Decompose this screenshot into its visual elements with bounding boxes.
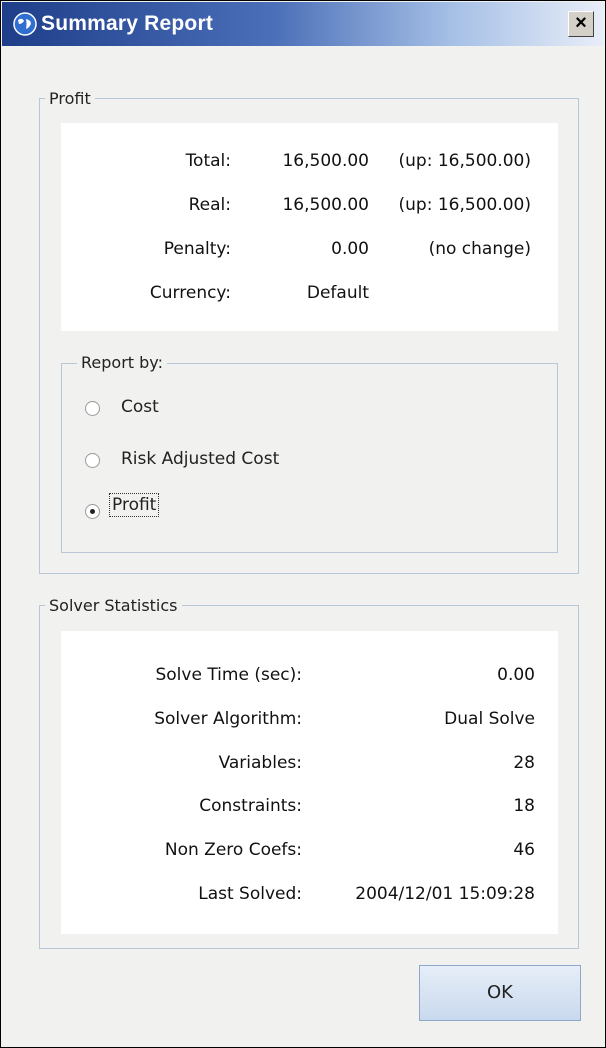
profit-legend: Profit bbox=[45, 89, 95, 108]
focus-outline: Profit bbox=[109, 493, 160, 517]
profit-real-value: 16,500.00 bbox=[282, 195, 369, 215]
profit-currency-value: Default bbox=[306, 283, 369, 303]
last-solved-label: Last Solved: bbox=[198, 884, 302, 904]
profit-penalty-value: 0.00 bbox=[331, 239, 369, 259]
report-by-legend: Report by: bbox=[77, 353, 167, 372]
close-icon: × bbox=[575, 12, 587, 34]
radio-risk-adjusted-cost-label[interactable]: Risk Adjusted Cost bbox=[121, 449, 279, 469]
radio-cost-label[interactable]: Cost bbox=[121, 397, 159, 417]
profit-penalty-label: Penalty: bbox=[163, 239, 231, 259]
title-bar[interactable]: Summary Report × bbox=[2, 2, 604, 46]
radio-profit-label[interactable]: Profit bbox=[109, 493, 160, 517]
profit-total-label: Total: bbox=[185, 151, 231, 171]
window-title: Summary Report bbox=[41, 12, 214, 35]
profit-total-note: (up: 16,500.00) bbox=[398, 151, 531, 171]
variables-label: Variables: bbox=[218, 753, 302, 773]
close-button[interactable]: × bbox=[568, 11, 594, 37]
non-zero-coefs-value: 46 bbox=[513, 840, 535, 860]
non-zero-coefs-label: Non Zero Coefs: bbox=[164, 840, 302, 860]
ok-button[interactable]: OK bbox=[419, 965, 581, 1021]
radio-profit[interactable] bbox=[85, 504, 100, 519]
profit-real-label: Real: bbox=[188, 195, 231, 215]
profit-real-note: (up: 16,500.00) bbox=[398, 195, 531, 215]
solve-time-value: 0.00 bbox=[497, 665, 535, 685]
radio-cost[interactable] bbox=[85, 401, 100, 416]
profit-penalty-note: (no change) bbox=[428, 239, 531, 259]
solver-statistics-legend: Solver Statistics bbox=[45, 596, 182, 615]
last-solved-value: 2004/12/01 15:09:28 bbox=[355, 884, 535, 904]
solver-algorithm-value: Dual Solve bbox=[444, 709, 535, 729]
constraints-label: Constraints: bbox=[199, 796, 302, 816]
profit-total-value: 16,500.00 bbox=[282, 151, 369, 171]
solver-algorithm-label: Solver Algorithm: bbox=[154, 709, 302, 729]
radio-selected-dot bbox=[90, 509, 95, 514]
radio-risk-adjusted-cost[interactable] bbox=[85, 453, 100, 468]
variables-value: 28 bbox=[513, 753, 535, 773]
solve-time-label: Solve Time (sec): bbox=[155, 665, 302, 685]
summary-report-dialog: Summary Report × Profit Total: 16,500.00… bbox=[0, 0, 606, 1048]
profit-currency-label: Currency: bbox=[149, 283, 231, 303]
constraints-value: 18 bbox=[513, 796, 535, 816]
globe-icon bbox=[13, 12, 37, 36]
